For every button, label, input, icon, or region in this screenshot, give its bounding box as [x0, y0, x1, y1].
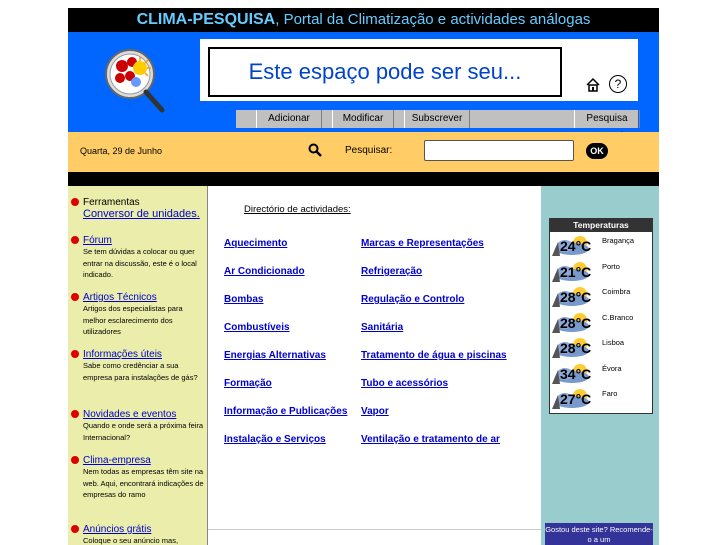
bullet-icon	[71, 293, 79, 301]
category-link[interactable]: Instalação e Serviços	[224, 434, 326, 445]
sidebar-item-title[interactable]: Clima-empresa	[83, 455, 205, 466]
left-sidebar: Ferramentas Conversor de unidades. Fórum…	[68, 186, 207, 545]
temperature-row: 28°C Coimbra	[550, 284, 652, 310]
nav-pesquisa-avancada[interactable]: Pesquisa avançada	[574, 110, 640, 142]
city-name: C.Branco	[602, 312, 634, 322]
directory-title: Directório de actividades:	[244, 204, 351, 215]
bullet-icon	[71, 410, 79, 418]
sidebar-item-informacoes: Informações úteis Sabe como credênciar a…	[71, 349, 205, 383]
category-link[interactable]: Vapor	[361, 406, 389, 417]
bullet-icon	[71, 350, 79, 358]
search-input[interactable]	[424, 140, 574, 161]
directory-panel: Directório de actividades: Aquecimento A…	[207, 186, 543, 545]
search-bar: Quarta, 29 de Junho Pesquisar: OK	[68, 132, 659, 172]
temperature-value: 24°C	[560, 238, 592, 254]
search-label: Pesquisar:	[345, 145, 393, 156]
temperature-value: 28°C	[560, 289, 592, 305]
city-name: Porto	[602, 261, 620, 271]
temperature-value: 21°C	[560, 263, 592, 280]
temperature-value: 34°C	[560, 365, 592, 382]
temperature-title: Temperaturas	[550, 219, 652, 232]
sidebar-tools-title: Ferramentas	[83, 197, 140, 208]
category-link[interactable]: Refrigeração	[361, 266, 422, 277]
sidebar-item-title[interactable]: Novidades e eventos	[83, 409, 205, 420]
divider-strip	[68, 172, 659, 186]
category-link[interactable]: Sanitária	[361, 322, 403, 333]
nav-modificar[interactable]: Modificar	[332, 110, 394, 128]
city-name: Faro	[602, 389, 618, 398]
sidebar-item-desc: Quando e onde será a próxima feira Inter…	[83, 421, 204, 442]
temperature-row: 24°C Bragança	[550, 233, 652, 259]
temperature-widget: Temperaturas 24°C Bragança 21°C Porto 28°C Co…	[549, 218, 653, 414]
category-link[interactable]: Tubo e acessórios	[361, 378, 448, 389]
search-icon	[308, 143, 322, 157]
current-date: Quarta, 29 de Junho	[80, 146, 163, 156]
sidebar-item-desc: Artigos dos especialistas para melhor es…	[83, 304, 183, 336]
temperature-row: 34°C Évora	[550, 361, 652, 387]
temperature-row: 28°C Lisboa	[550, 335, 652, 361]
category-link[interactable]: Bombas	[224, 294, 263, 305]
category-link[interactable]: Ar Condicionado	[224, 266, 305, 277]
portal-subtitle: , Portal da Climatização e actividades a…	[275, 11, 591, 28]
sidebar-item-novidades: Novidades e eventos Quando e onde será a…	[71, 409, 205, 443]
divider	[208, 529, 542, 530]
temperature-row: 27°C Faro	[550, 386, 652, 412]
sidebar-item-forum: Fórum Se tem dúvidas a colocar ou quer e…	[71, 235, 205, 281]
nav-adicionar[interactable]: Adicionar	[256, 110, 322, 128]
sidebar-item-clima-empresa: Clima-empresa Nem todas as empresas têm …	[71, 455, 205, 501]
sidebar-item-title[interactable]: Anúncios grátis	[83, 524, 205, 535]
temperature-value: 28°C	[560, 314, 592, 331]
right-sidebar: Temperaturas 24°C Bragança 21°C Porto 28°C Co…	[541, 186, 659, 545]
sidebar-item-title[interactable]: Artigos Técnicos	[83, 292, 205, 303]
bullet-icon	[71, 525, 79, 533]
temperature-value: 28°C	[560, 340, 592, 356]
bullet-icon	[71, 456, 79, 464]
temperature-row: 28°C C.Branco	[550, 310, 652, 336]
home-icon[interactable]	[585, 77, 601, 93]
help-icon[interactable]: ?	[609, 75, 627, 93]
sidebar-item-anuncios: Anúncios grátis Coloque o seu anúncio ma…	[71, 524, 205, 545]
sidebar-item-desc: Sabe como credênciar a sua empresa para …	[83, 361, 198, 382]
portal-title-bar: CLIMA-PESQUISA, Portal da Climatização e…	[68, 8, 659, 32]
city-name: Lisboa	[602, 338, 625, 347]
portal-title: CLIMA-PESQUISA	[136, 11, 276, 28]
city-name: Bragança	[602, 236, 635, 245]
city-name: Coimbra	[602, 287, 631, 296]
category-link[interactable]: Energias Alternativas	[224, 350, 326, 361]
category-link[interactable]: Ventilação e tratamento de ar	[361, 434, 500, 445]
sidebar-item-artigos: Artigos Técnicos Artigos dos especialist…	[71, 292, 205, 338]
category-link[interactable]: Combustíveis	[224, 322, 290, 333]
sidebar-item-desc: Coloque o seu anúncio mas,	[83, 536, 179, 545]
category-link[interactable]: Marcas e Representações	[361, 238, 484, 249]
category-link[interactable]: Tratamento de água e piscinas	[361, 350, 507, 361]
sidebar-item-desc: Se tem dúvidas a colocar ou quer entrar …	[83, 247, 197, 279]
sidebar-item-desc: Nem todas as empresas têm site na web. A…	[83, 467, 204, 499]
category-link[interactable]: Formação	[224, 378, 272, 389]
sidebar-tools-link[interactable]: Conversor de unidades.	[83, 208, 200, 220]
temperature-value: 27°C	[560, 391, 592, 407]
promo-box[interactable]: Gostou deste site? Recomende-o a um	[545, 523, 653, 545]
bullet-icon	[71, 198, 79, 206]
category-link[interactable]: Informação e Publicações	[224, 406, 347, 417]
sidebar-item-title[interactable]: Fórum	[83, 235, 205, 246]
sidebar-tools: Ferramentas Conversor de unidades.	[71, 197, 200, 220]
temperature-row: 21°C Porto	[550, 259, 652, 285]
city-name: Évora	[602, 363, 622, 373]
ad-box[interactable]: Este espaço pode ser seu... ?	[200, 39, 638, 101]
ad-text[interactable]: Este espaço pode ser seu...	[208, 47, 562, 97]
sidebar-item-title[interactable]: Informações úteis	[83, 349, 205, 360]
category-link[interactable]: Regulação e Controlo	[361, 294, 464, 305]
banner: Este espaço pode ser seu... ? Adicionar …	[68, 32, 659, 142]
nav-subscrever[interactable]: Subscrever	[404, 110, 470, 128]
logo-icon[interactable]	[96, 42, 168, 114]
nav-bar: Adicionar Modificar Subscrever Pesquisa …	[236, 110, 640, 142]
category-link[interactable]: Aquecimento	[224, 238, 287, 249]
bullet-icon	[71, 236, 79, 244]
page: CLIMA-PESQUISA, Portal da Climatização e…	[68, 8, 659, 545]
search-ok-button[interactable]: OK	[586, 143, 608, 159]
